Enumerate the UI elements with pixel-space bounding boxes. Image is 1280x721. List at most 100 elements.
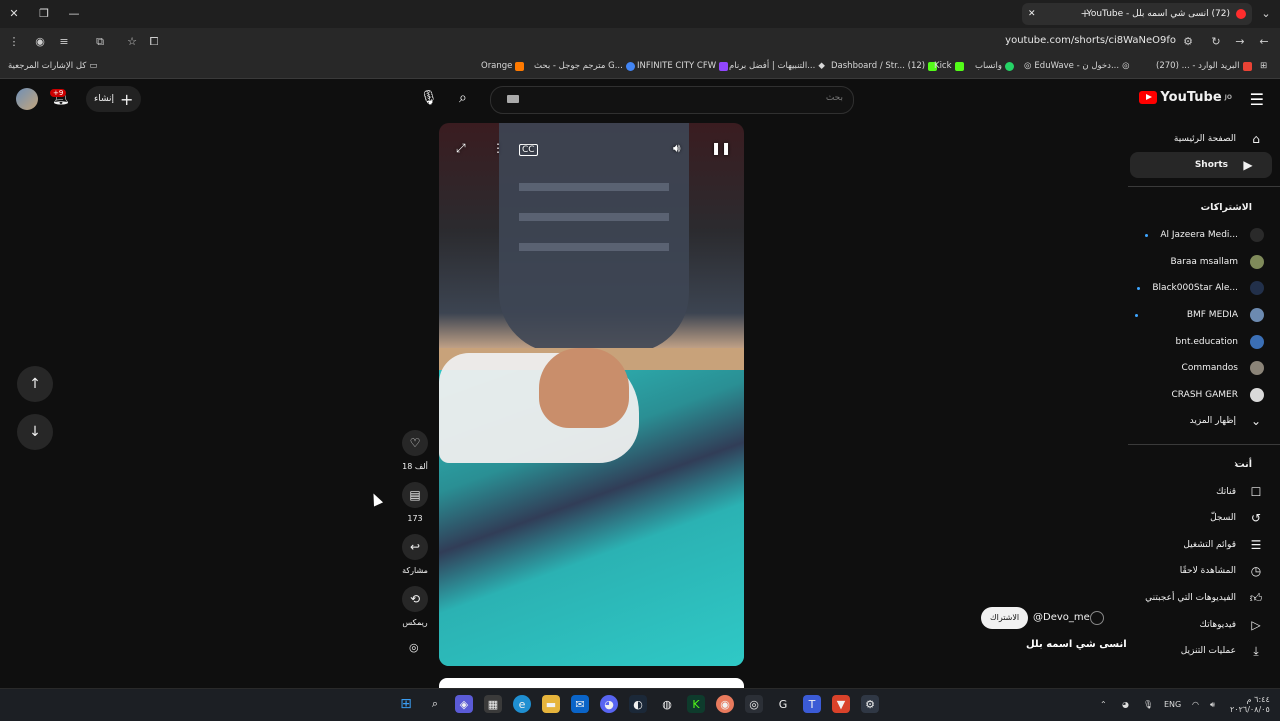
youtube-logo[interactable]: YouTube JO (1139, 90, 1232, 105)
site-settings-icon[interactable]: ⚙ (1180, 34, 1196, 50)
forward-icon[interactable]: → (1232, 34, 1248, 50)
clock[interactable]: ٦:٤٤ م ٢٠٢٦/٠٨/٠٥ (1230, 695, 1270, 715)
bookmark-star-icon[interactable]: ☆ (124, 34, 140, 50)
minimize-window-icon[interactable]: — (66, 6, 82, 22)
sound-disc-icon[interactable]: ◎ (409, 641, 419, 654)
next-short-button[interactable]: ↓ (17, 414, 53, 450)
captions-icon[interactable]: CC (519, 144, 538, 156)
volume-tray-icon[interactable]: 🔊︎ (1210, 700, 1215, 710)
tray-overflow-icon[interactable]: ⌃ (1100, 700, 1107, 709)
copilot-icon[interactable]: ◈ (455, 695, 473, 713)
new-tab-icon[interactable]: + (1077, 6, 1093, 22)
chrome-icon[interactable]: ◎ (745, 695, 763, 713)
pause-icon[interactable]: ❚❚ (711, 141, 731, 155)
sidebar-item-liked-videos[interactable]: الفيديوهات التي أعجبتني 👍︎ (1130, 585, 1280, 611)
discord-tray-icon[interactable]: ◕ (1122, 700, 1129, 709)
settings-icon[interactable]: ⚙ (861, 695, 879, 713)
previous-short-button[interactable]: ↑ (17, 366, 53, 402)
hamburger-menu-icon[interactable]: ☰ (1250, 90, 1264, 109)
sidebar-item-shorts[interactable]: Shorts ▶ (1130, 152, 1272, 178)
microphone-tray-icon[interactable]: 🎙 (1143, 700, 1153, 709)
mail-icon[interactable]: ✉ (571, 695, 589, 713)
back-icon[interactable]: ← (1256, 34, 1272, 50)
keyboard-icon[interactable] (507, 95, 519, 103)
address-url[interactable]: youtube.com/shorts/ci8WaNeO9fo (1005, 35, 1176, 46)
microphone-icon[interactable]: 🎙 (420, 90, 438, 106)
next-short-preview[interactable] (439, 678, 744, 688)
more-options-icon[interactable]: ⋮ (492, 141, 504, 155)
bookmark-dashboard[interactable]: Dashboard / Str... (12) (831, 58, 938, 74)
channel-avatar[interactable] (1090, 611, 1104, 625)
restore-window-icon[interactable]: ❐ (36, 6, 52, 22)
menu-dots-icon[interactable]: ⋮ (6, 34, 22, 50)
sidebar-item-subscription[interactable]: BMF MEDIA (1130, 302, 1280, 328)
reload-icon[interactable]: ↻ (1208, 34, 1224, 50)
sidebar-item-subscription[interactable]: bnt.education (1130, 329, 1280, 355)
app-icon[interactable]: ◉ (716, 695, 734, 713)
sidebar-item-subscription[interactable]: Al Jazeera Medi... (1130, 222, 1280, 248)
channel-avatar (1250, 281, 1264, 295)
bookmark-notifications[interactable]: التنبيهات | أفضل برنام... ◆ (729, 58, 825, 74)
brave-icon[interactable]: ▼ (832, 695, 850, 713)
store-icon[interactable]: ▦ (484, 695, 502, 713)
tab-search-icon[interactable]: ⌄ (1258, 6, 1274, 22)
channel-avatar (1250, 335, 1264, 349)
close-window-icon[interactable]: ✕ (6, 6, 22, 22)
apps-grid-icon[interactable]: ⊞ (1260, 58, 1267, 74)
channel-avatar (1250, 308, 1264, 322)
sidebar-item-subscription[interactable]: CRASH GAMER (1130, 382, 1280, 408)
tab-close-icon[interactable]: ✕ (1028, 9, 1036, 19)
like-button[interactable]: ♡ (402, 430, 428, 456)
discord-icon[interactable]: ◕ (600, 695, 618, 713)
sidebar-item-home[interactable]: الصفحة الرئيسية ⌂ (1130, 126, 1280, 152)
edge-icon[interactable]: e (513, 695, 531, 713)
avatar[interactable] (16, 88, 38, 110)
search-box[interactable]: بحث (490, 86, 854, 114)
channel-name[interactable]: @Devo_me (1033, 612, 1090, 623)
share-button[interactable]: ↩ (402, 534, 428, 560)
bookmark-google-translate[interactable]: مترجم جوجل - بحث G... (534, 58, 635, 74)
sidebar-item-watch-later[interactable]: المشاهدة لاحقًا ◷ (1130, 558, 1280, 584)
browser-tab-active[interactable]: (72) انسى شي اسمه بلل - YouTube ✕ (1022, 3, 1252, 25)
search-icon[interactable]: ⌕ (459, 90, 467, 106)
bookmark-kick[interactable]: Kick (934, 58, 964, 74)
search-icon[interactable]: ⌕ (426, 695, 444, 713)
file-explorer-icon[interactable]: ▬ (542, 695, 560, 713)
wifi-icon[interactable]: ◠ (1192, 700, 1199, 709)
extensions-icon[interactable]: ⧉ (92, 34, 108, 50)
bookmark-whatsapp[interactable]: واتساب (975, 58, 1015, 74)
fullscreen-icon[interactable]: ⤢ (456, 141, 466, 156)
bookmark-eduwave[interactable]: ◎ EduWave - دخول ن... ◎ (1024, 58, 1129, 74)
steam-icon[interactable]: ◐ (629, 695, 647, 713)
app-g-icon[interactable]: G (774, 695, 792, 713)
profile-icon[interactable]: ◉ (32, 34, 48, 50)
comments-button[interactable]: ▤ (402, 482, 428, 508)
sidebar-item-history[interactable]: السجلّ ↺ (1130, 505, 1280, 531)
bookmark-orange[interactable]: Orange (481, 58, 525, 74)
windows-start-icon[interactable]: ⊞ (397, 695, 415, 713)
kick-icon[interactable]: K (687, 695, 705, 713)
teams-icon[interactable]: T (803, 695, 821, 713)
subscriptions-heading[interactable]: الاشتراكات (1201, 202, 1252, 213)
bookmark-all[interactable]: كل الإشارات المرجعية ▭ (8, 58, 97, 74)
sidebar-item-subscription[interactable]: Commandos (1130, 355, 1280, 381)
volume-icon[interactable]: 🔊︎ (673, 141, 681, 156)
create-button[interactable]: إنشاء + (86, 86, 142, 112)
sidebar-item-show-more[interactable]: إظهار المزيد ⌄ (1130, 408, 1280, 434)
short-video-player[interactable] (439, 123, 744, 666)
obs-icon[interactable]: ◍ (658, 695, 676, 713)
sidebar-item-your-videos[interactable]: فيديوهاتك ▷ (1130, 612, 1280, 638)
sidebar-item-subscription[interactable]: Black000Star Ale... (1130, 275, 1280, 301)
bookmark-infinite-city[interactable]: INFINITE CITY CFW (637, 58, 729, 74)
reading-list-icon[interactable]: ≡ (56, 34, 72, 50)
remix-button[interactable]: ⟲ (402, 586, 428, 612)
subscribe-button[interactable]: الاشتراك (981, 607, 1029, 629)
bookmark-gmail[interactable]: البريد الوارد - ... (270) (1156, 58, 1252, 74)
sidebar-item-downloads[interactable]: عمليات التنزيل ⤓ (1130, 638, 1280, 664)
language-indicator[interactable]: ENG (1164, 700, 1181, 709)
notifications-badge: +9 (50, 89, 67, 97)
sidebar-item-playlists[interactable]: قوائم التشغيل ☰ (1130, 532, 1280, 558)
sidebar-item-your-channel[interactable]: قناتك ☐ (1130, 479, 1280, 505)
install-app-icon[interactable]: ⧠ (146, 34, 162, 50)
sidebar-item-subscription[interactable]: Baraa msallam (1130, 249, 1280, 275)
